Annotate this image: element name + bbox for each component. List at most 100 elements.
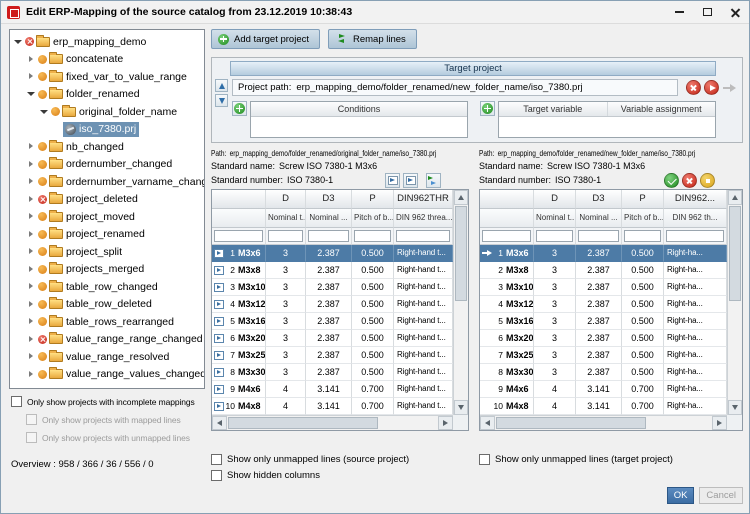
execute-remap-button[interactable] — [704, 80, 719, 95]
remap-lines-button[interactable]: Remap lines — [328, 29, 417, 49]
scroll-right-button[interactable] — [712, 416, 727, 430]
source-filter-input-2[interactable] — [308, 230, 349, 242]
column-header-P[interactable]: P — [622, 190, 664, 209]
tree-item-fixed_var_to_value_range[interactable]: fixed_var_to_value_range — [10, 68, 204, 86]
reset-mapping-button[interactable] — [700, 173, 715, 188]
source-filter-input-1[interactable] — [268, 230, 303, 242]
column-header-D[interactable]: D — [534, 190, 576, 209]
add-condition-button[interactable] — [232, 101, 247, 116]
expand-arrow-icon[interactable] — [26, 194, 36, 204]
table-row-M3x12[interactable]: 4M3x1232.3870.500Right-hand t... — [212, 296, 453, 313]
table-row-M3x30[interactable]: 8M3x3032.3870.500Right-hand t... — [212, 364, 453, 381]
scroll-up-button[interactable] — [454, 190, 468, 205]
table-row-M3x20[interactable]: 6M3x2032.3870.500Right-ha... — [480, 330, 727, 347]
expand-arrow-icon[interactable] — [26, 299, 36, 309]
table-row-M3x10[interactable]: 3M3x1032.3870.500Right-ha... — [480, 279, 727, 296]
tree-item-project_deleted[interactable]: project_deleted — [10, 191, 204, 209]
table-row-M4x8[interactable]: 10M4x843.1410.700Right-hand t... — [212, 398, 453, 415]
table-row-M3x8[interactable]: 2M3x832.3870.500Right-ha... — [480, 262, 727, 279]
tree-item-projects_merged[interactable]: projects_merged — [10, 261, 204, 279]
source-filter-input-3[interactable] — [354, 230, 391, 242]
expand-arrow-icon[interactable] — [26, 54, 36, 64]
table-row-M3x30[interactable]: 8M3x3032.3870.500Right-ha... — [480, 364, 727, 381]
checkbox-show-unmapped-source[interactable]: Show only unmapped lines (source project… — [211, 454, 409, 465]
checkbox-show-hidden-columns[interactable]: Show hidden columns — [211, 470, 409, 481]
expand-arrow-icon[interactable] — [26, 177, 36, 187]
expand-arrow-icon[interactable] — [26, 72, 36, 82]
table-row-M4x8[interactable]: 10M4x843.1410.700Right-ha... — [480, 398, 727, 415]
expand-arrow-icon[interactable] — [26, 264, 36, 274]
expand-arrow-icon[interactable] — [26, 247, 36, 257]
table-row-M3x8[interactable]: 2M3x832.3870.500Right-hand t... — [212, 262, 453, 279]
tree-item-project_split[interactable]: project_split — [10, 243, 204, 261]
scroll-left-button[interactable] — [212, 416, 227, 430]
map-line-button[interactable] — [385, 173, 400, 188]
tree-item-table_rows_rearranged[interactable]: table_rows_rearranged — [10, 313, 204, 331]
collapse-arrow-icon[interactable] — [39, 107, 49, 117]
horizontal-scrollbar-thumb[interactable] — [228, 417, 378, 429]
horizontal-scrollbar-thumb[interactable] — [496, 417, 646, 429]
table-row-M3x16[interactable]: 5M3x1632.3870.500Right-ha... — [480, 313, 727, 330]
target-filter-input-4[interactable] — [666, 230, 724, 242]
scroll-right-button[interactable] — [438, 416, 453, 430]
tree-item-value_range_resolved[interactable]: value_range_resolved — [10, 348, 204, 366]
column-header-D3[interactable]: D3 — [576, 190, 622, 209]
table-row-M4x6[interactable]: 9M4x643.1410.700Right-hand t... — [212, 381, 453, 398]
delete-target-project-button[interactable] — [686, 80, 701, 95]
tree-item-iso_7380.prj[interactable]: iso_7380.prj — [10, 121, 204, 139]
auto-map-button[interactable] — [426, 173, 441, 188]
vertical-scrollbar-thumb[interactable] — [729, 206, 741, 301]
title-bar[interactable]: Edit ERP-Mapping of the source catalog f… — [1, 1, 749, 24]
column-header-D3[interactable]: D3 — [306, 190, 352, 209]
table-row-M3x16[interactable]: 5M3x1632.3870.500Right-hand t... — [212, 313, 453, 330]
tree-item-ordernumber_changed[interactable]: ordernumber_changed — [10, 156, 204, 174]
scroll-down-button[interactable] — [728, 400, 742, 415]
variable-assignment-list[interactable] — [499, 117, 715, 137]
project-tree[interactable]: erp_mapping_democoncatenatefixed_var_to_… — [9, 29, 205, 389]
target-filter-input-1[interactable] — [536, 230, 573, 242]
target-horizontal-scrollbar[interactable] — [480, 415, 727, 430]
table-row-M3x25[interactable]: 7M3x2532.3870.500Right-ha... — [480, 347, 727, 364]
column-header-DIN962...[interactable]: DIN962... — [664, 190, 727, 209]
tree-item-concatenate[interactable]: concatenate — [10, 51, 204, 69]
collapse-arrow-icon[interactable] — [13, 37, 23, 47]
source-horizontal-scrollbar[interactable] — [212, 415, 453, 430]
scroll-left-button[interactable] — [480, 416, 495, 430]
expand-arrow-icon[interactable] — [26, 317, 36, 327]
expand-arrow-icon[interactable] — [26, 229, 36, 239]
source-vertical-scrollbar[interactable] — [453, 190, 468, 415]
checkbox-show-unmapped-target[interactable]: Show only unmapped lines (target project… — [479, 454, 673, 465]
tree-item-value_range_values_changed[interactable]: value_range_values_changed — [10, 366, 204, 384]
ok-button[interactable]: OK — [667, 487, 695, 504]
move-target-down-button[interactable] — [215, 94, 228, 107]
tree-item-original_folder_name[interactable]: original_folder_name — [10, 103, 204, 121]
table-row-M3x6[interactable]: 1M3x632.3870.500Right-hand t... — [212, 245, 453, 262]
source-filter-input-4[interactable] — [396, 230, 450, 242]
accept-mapping-button[interactable] — [664, 173, 679, 188]
target-filter-input-0[interactable] — [482, 230, 531, 242]
add-variable-button[interactable] — [480, 101, 495, 116]
target-filter-input-3[interactable] — [624, 230, 661, 242]
table-row-M3x6[interactable]: 1M3x632.3870.500Right-ha... — [480, 245, 727, 262]
table-row-M3x20[interactable]: 6M3x2032.3870.500Right-hand t... — [212, 330, 453, 347]
tree-item-value_range_range_changed[interactable]: value_range_range_changed — [10, 331, 204, 349]
move-target-up-button[interactable] — [215, 79, 228, 92]
expand-arrow-icon[interactable] — [26, 334, 36, 344]
tree-item-project_moved[interactable]: project_moved — [10, 208, 204, 226]
tree-item-table_row_deleted[interactable]: table_row_deleted — [10, 296, 204, 314]
scroll-down-button[interactable] — [454, 400, 468, 415]
expand-arrow-icon[interactable] — [26, 142, 36, 152]
expand-arrow-icon[interactable] — [26, 352, 36, 362]
expand-arrow-icon[interactable] — [26, 159, 36, 169]
column-header-P[interactable]: P — [352, 190, 394, 209]
column-header-D[interactable]: D — [266, 190, 306, 209]
map-all-lines-button[interactable] — [403, 173, 418, 188]
tree-item-erp_mapping_demo[interactable]: erp_mapping_demo — [10, 33, 204, 51]
minimize-button[interactable] — [665, 1, 693, 23]
table-row-M4x6[interactable]: 9M4x643.1410.700Right-ha... — [480, 381, 727, 398]
expand-arrow-icon[interactable] — [26, 212, 36, 222]
tree-item-table_row_changed[interactable]: table_row_changed — [10, 278, 204, 296]
column-header-DIN962THR[interactable]: DIN962THR — [394, 190, 453, 209]
close-button[interactable] — [721, 1, 749, 23]
collapse-arrow-icon[interactable] — [26, 89, 36, 99]
